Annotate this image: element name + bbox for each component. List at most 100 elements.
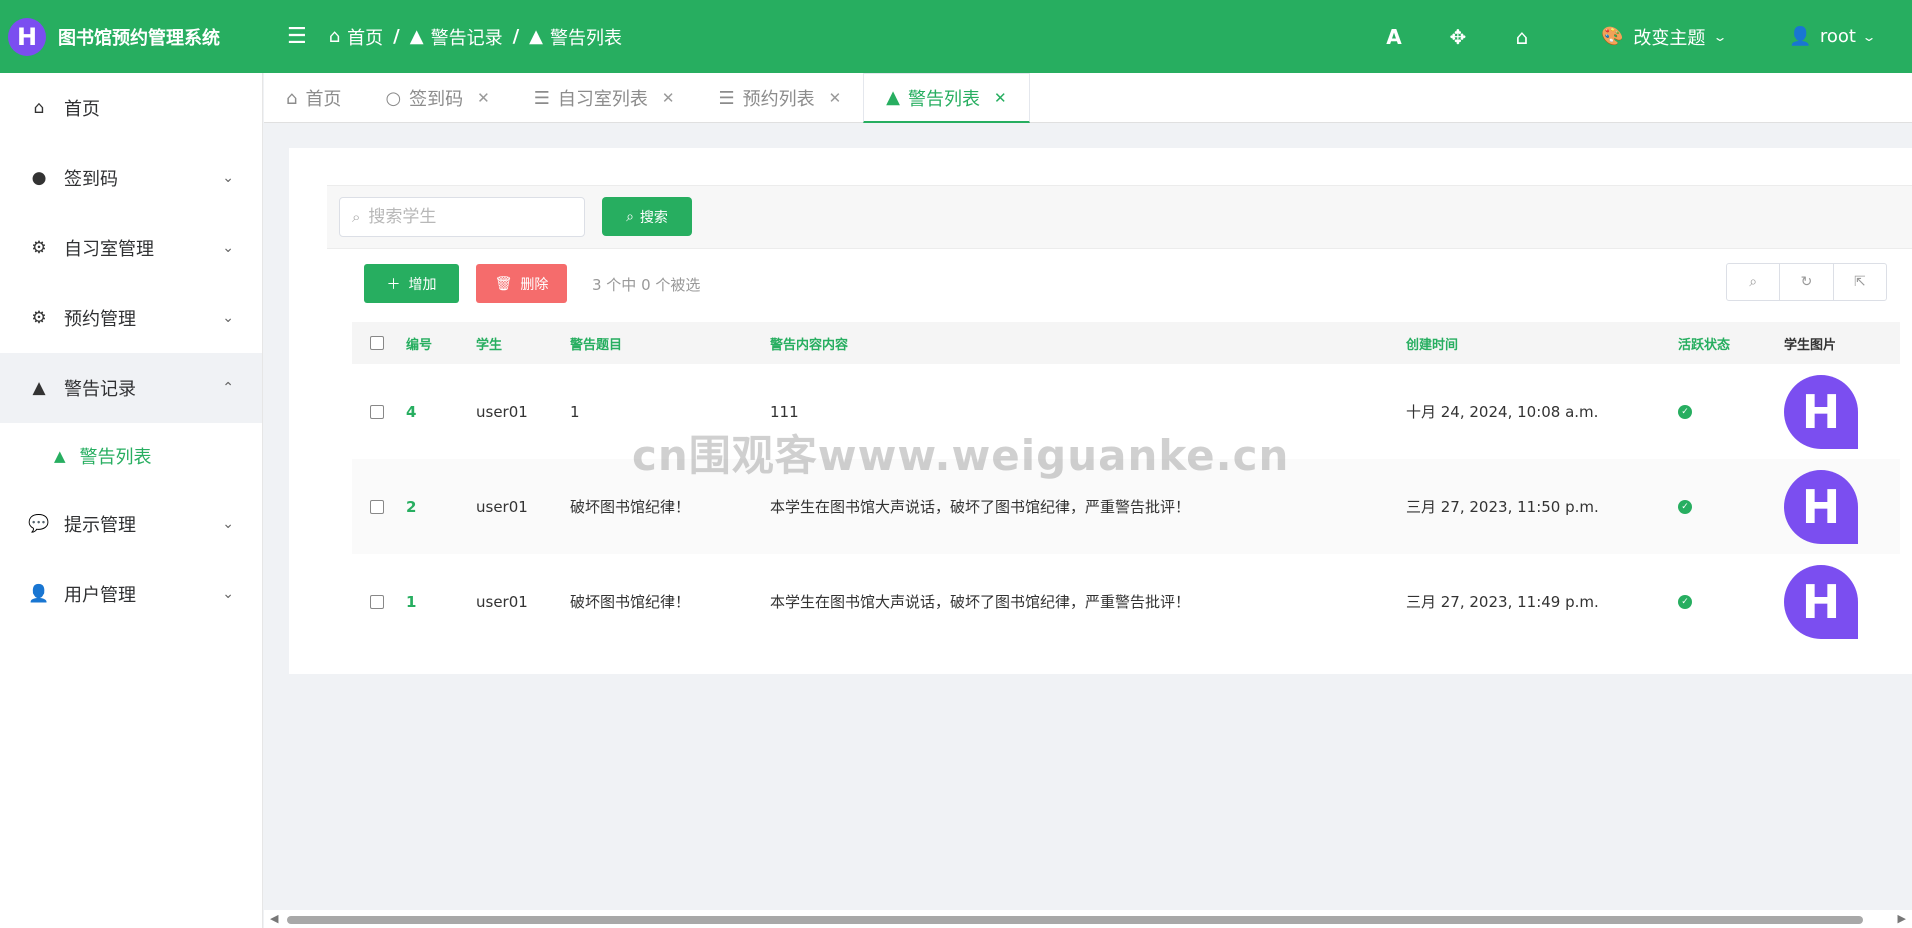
select-all-checkbox[interactable] (370, 336, 384, 350)
sidebar-item-warning-records[interactable]: ▲ 警告记录 ⌃ (0, 353, 262, 423)
search-icon: ⌕ (626, 208, 634, 225)
gear-icon: ⚙ (31, 308, 47, 328)
breadcrumb-separator: / (393, 26, 400, 47)
delete-button[interactable]: 🗑 删除 (476, 264, 567, 303)
student-avatar[interactable]: H (1784, 374, 1858, 449)
header-actions: A ✥ ⌂ 🎨 改变主题 ⌄ 👤 root ⌄ (1345, 0, 1877, 73)
close-icon[interactable]: ✕ (994, 89, 1007, 107)
horizontal-scrollbar[interactable]: ◀ ▶ (264, 910, 1912, 928)
tab-signin-code[interactable]: ○ 签到码 ✕ (363, 73, 511, 123)
row-content: 本学生在图书馆大声说话，破坏了图书馆纪律，严重警告批评！ (770, 593, 1191, 611)
user-gear-icon: 👤 (28, 584, 50, 604)
row-checkbox-cell (352, 499, 398, 514)
sidebar-item-users[interactable]: 👤 用户管理 ⌄ (0, 559, 262, 629)
search-icon: ⌕ (352, 208, 361, 226)
header-student-image: 学生图片 (1784, 337, 1837, 353)
row-id-link[interactable]: 2 (398, 498, 468, 516)
home-icon: ⌂ (33, 98, 45, 118)
row-id-link[interactable]: 1 (398, 593, 468, 611)
check-circle-icon: ✓ (1678, 594, 1692, 609)
header-title[interactable]: 警告题目 (562, 334, 762, 353)
refresh-icon[interactable]: ↻ (1780, 264, 1834, 300)
content-card: ⌕ ⌕ 搜索 ＋ 增加 🗑 删除 3 个中 0 个被选 ⌕ ↻ ⇱ 编号 学生 … (289, 148, 1912, 674)
row-checkbox[interactable] (370, 404, 384, 419)
user-icon: 👤 (1789, 26, 1812, 47)
row-image: H (1776, 374, 1896, 449)
export-icon[interactable]: ⇱ (1834, 264, 1886, 300)
home-icon: ⌂ (286, 87, 298, 109)
hamburger-menu-icon[interactable]: ☰ (287, 24, 307, 49)
header-id[interactable]: 编号 (398, 334, 468, 353)
row-created-time: 十月 24, 2024, 10:08 a.m. (1406, 403, 1599, 421)
chevron-up-icon: ⌃ (222, 380, 234, 396)
row-checkbox[interactable] (370, 499, 384, 514)
header-student[interactable]: 学生 (468, 334, 562, 353)
row-created-time: 三月 27, 2023, 11:49 p.m. (1406, 593, 1599, 611)
trash-icon: 🗑 (494, 275, 513, 292)
header-created-time[interactable]: 创建时间 (1398, 334, 1670, 353)
sidebar-item-reservation[interactable]: ⚙ 预约管理 ⌄ (0, 283, 262, 353)
close-icon[interactable]: ✕ (477, 89, 490, 107)
check-circle-icon: ✓ (1678, 499, 1692, 514)
sidebar-item-home[interactable]: ⌂ 首页 (0, 73, 262, 143)
warning-icon: ▲ (529, 26, 544, 47)
breadcrumb-home[interactable]: ⌂ 首页 (329, 24, 383, 50)
font-size-icon[interactable]: A (1379, 25, 1409, 49)
scroll-left-icon[interactable]: ◀ (270, 912, 278, 925)
list-icon: ☰ (718, 87, 735, 109)
close-icon[interactable]: ✕ (662, 89, 675, 107)
row-checkbox-cell (352, 594, 398, 609)
row-student: user01 (476, 497, 528, 516)
header-content[interactable]: 警告内容内容 (762, 334, 1398, 353)
student-avatar[interactable]: H (1784, 564, 1858, 639)
breadcrumb-warning-list: ▲ 警告列表 (529, 26, 623, 49)
search-input[interactable] (368, 207, 559, 227)
table-tools: ⌕ ↻ ⇱ (1726, 263, 1887, 301)
row-content: 111 (770, 402, 799, 421)
row-student: user01 (476, 402, 528, 421)
student-avatar[interactable]: H (1784, 469, 1858, 544)
list-icon: ☰ (533, 87, 550, 109)
scroll-right-icon[interactable]: ▶ (1898, 912, 1906, 925)
warning-icon: ▲ (409, 26, 424, 47)
row-id-link[interactable]: 4 (398, 403, 468, 421)
search-input-wrapper[interactable]: ⌕ (339, 197, 585, 237)
row-content: 本学生在图书馆大声说话，破坏了图书馆纪律，严重警告批评！ (770, 498, 1191, 516)
row-status: ✓ (1670, 499, 1776, 514)
warning-table: 编号 学生 警告题目 警告内容内容 创建时间 活跃状态 学生图片 4 user0… (352, 322, 1900, 649)
row-checkbox[interactable] (370, 594, 384, 609)
chevron-down-icon: ⌄ (222, 310, 234, 326)
brand: H 图书馆预约管理系统 (0, 0, 263, 73)
plus-icon: ＋ (386, 276, 401, 293)
header-status[interactable]: 活跃状态 (1670, 334, 1776, 353)
tab-reservation-list[interactable]: ☰ 预约列表 ✕ (696, 73, 863, 123)
search-icon[interactable]: ⌕ (1727, 264, 1781, 300)
search-button[interactable]: ⌕ 搜索 (602, 197, 692, 236)
breadcrumb-warning-records[interactable]: ▲ 警告记录 (410, 24, 503, 50)
table-row[interactable]: 1 user01 破坏图书馆纪律！ 本学生在图书馆大声说话，破坏了图书馆纪律，严… (352, 554, 1900, 649)
theme-dropdown[interactable]: 🎨 改变主题 ⌄ (1600, 24, 1728, 50)
sidebar-subitem-warning-list[interactable]: ▲ 警告列表 (0, 423, 262, 489)
tab-study-room-list[interactable]: ☰ 自习室列表 ✕ (512, 73, 697, 123)
scrollbar-thumb[interactable] (287, 916, 1863, 924)
sidebar-item-study-room[interactable]: ⚙ 自习室管理 ⌄ (0, 213, 262, 283)
chevron-down-icon: ⌄ (222, 586, 234, 602)
close-icon[interactable]: ✕ (829, 89, 842, 107)
table-header: 编号 学生 警告题目 警告内容内容 创建时间 活跃状态 学生图片 (352, 322, 1900, 364)
sidebar-item-tips[interactable]: 💬 提示管理 ⌄ (0, 489, 262, 559)
check-circle-icon: ✓ (1678, 404, 1692, 419)
tab-home[interactable]: ⌂ 首页 (264, 73, 363, 123)
palette-icon: 🎨 (1600, 26, 1624, 47)
fullscreen-icon[interactable]: ✥ (1443, 25, 1473, 49)
user-dropdown[interactable]: 👤 root ⌄ (1789, 26, 1877, 47)
tab-warning-list[interactable]: ▲ 警告列表 ✕ (863, 73, 1030, 123)
add-button[interactable]: ＋ 增加 (364, 264, 459, 303)
sidebar: ⌂ 首页 ● 签到码 ⌄ ⚙ 自习室管理 ⌄ ⚙ 预约管理 ⌄ ▲ 警告记录 ⌃… (0, 73, 263, 928)
top-header: H 图书馆预约管理系统 ☰ ⌂ 首页 / ▲ 警告记录 / ▲ 警告列表 A ✥… (0, 0, 1912, 73)
chevron-down-icon: ⌄ (1861, 29, 1877, 44)
sidebar-item-signin-code[interactable]: ● 签到码 ⌄ (0, 143, 262, 213)
warning-icon: ▲ (54, 447, 66, 465)
chevron-down-icon: ⌄ (222, 516, 234, 532)
home-icon[interactable]: ⌂ (1507, 25, 1537, 49)
select-all-checkbox-cell (352, 336, 398, 350)
